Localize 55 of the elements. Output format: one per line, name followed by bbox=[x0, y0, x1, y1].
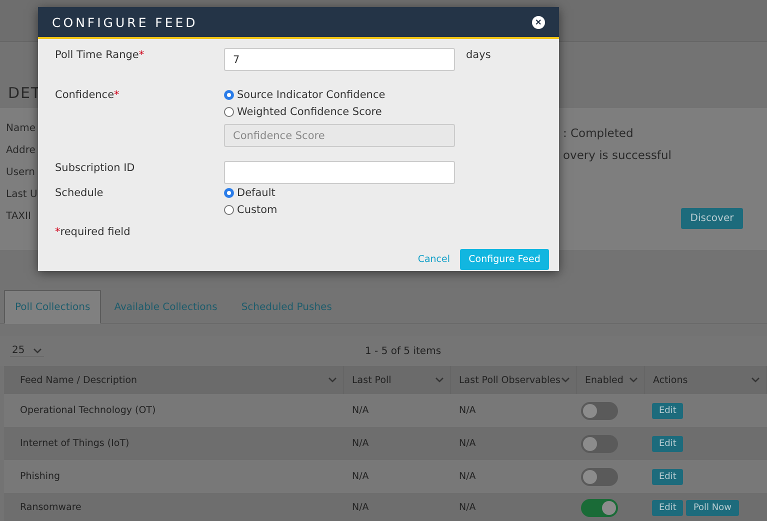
page-size-select[interactable]: 25 bbox=[10, 345, 44, 357]
chevron-icon bbox=[435, 377, 444, 383]
radio-option[interactable]: Custom bbox=[224, 203, 455, 217]
toggle-switch[interactable] bbox=[581, 402, 618, 420]
status-text: : Completed bbox=[563, 126, 634, 140]
pagination-text: 1 - 5 of 5 items bbox=[365, 346, 442, 356]
field-label: Last U bbox=[6, 188, 38, 202]
field-label: Subscription ID bbox=[55, 161, 136, 175]
configure-feed-button[interactable]: Configure Feed bbox=[460, 249, 549, 270]
unit-label: days bbox=[465, 48, 492, 62]
table-cell-text: N/A bbox=[351, 438, 370, 449]
radio-option[interactable]: Weighted Confidence Score bbox=[224, 105, 455, 119]
action-button[interactable]: Edit bbox=[652, 436, 684, 452]
input-field[interactable]: 7 bbox=[224, 48, 455, 71]
table-cell-text: Ransomware bbox=[19, 502, 82, 513]
action-button[interactable]: Edit bbox=[652, 500, 684, 516]
chevron-icon bbox=[32, 348, 42, 354]
section-heading: DET bbox=[8, 84, 42, 102]
table-cell-text: N/A bbox=[458, 471, 477, 482]
field-label: Schedule bbox=[55, 186, 104, 200]
table-cell-text: N/A bbox=[351, 471, 370, 482]
table-cell-text: N/A bbox=[458, 405, 477, 416]
field-label: TAXII bbox=[6, 210, 32, 224]
input-field[interactable] bbox=[224, 161, 455, 184]
discover-button[interactable]: Discover bbox=[681, 208, 743, 229]
toggle-switch[interactable] bbox=[581, 498, 618, 516]
action-button[interactable]: Edit bbox=[652, 468, 684, 484]
toggle-switch[interactable] bbox=[581, 434, 618, 452]
table-cell-text: Operational Technology (OT) bbox=[19, 405, 157, 416]
radio-option[interactable]: Source Indicator Confidence bbox=[224, 88, 455, 102]
table-cell-text: Phishing bbox=[19, 471, 62, 482]
chevron-icon bbox=[561, 377, 570, 383]
toggle-switch[interactable] bbox=[581, 468, 618, 486]
tab[interactable]: Poll Collections bbox=[4, 290, 102, 324]
dialog-title: CONFIGURE FEED bbox=[52, 14, 198, 30]
action-button[interactable]: Edit bbox=[652, 402, 684, 418]
cancel-link[interactable]: Cancel bbox=[418, 254, 450, 265]
field-label: Confidence* bbox=[55, 88, 120, 102]
required-note: *required field bbox=[55, 226, 130, 238]
table-cell-text: N/A bbox=[351, 502, 370, 513]
field-label: Name bbox=[6, 122, 37, 136]
radio-option[interactable]: Default bbox=[224, 186, 455, 200]
chevron-icon bbox=[751, 377, 760, 383]
status-text: overy is successful bbox=[563, 148, 672, 162]
chevron-icon bbox=[629, 377, 638, 383]
table-cell-text: N/A bbox=[351, 405, 370, 416]
field-label: Usern bbox=[6, 166, 36, 180]
table-cell-text: N/A bbox=[458, 502, 477, 513]
field-label: Addre bbox=[6, 144, 36, 158]
table-cell-text: Internet of Things (IoT) bbox=[19, 438, 130, 449]
table-cell-text: N/A bbox=[458, 438, 477, 449]
chevron-icon bbox=[328, 377, 337, 383]
close-button[interactable]: ✕ bbox=[532, 16, 545, 28]
field-label: Poll Time Range* bbox=[55, 48, 146, 62]
action-button[interactable]: Poll Now bbox=[686, 500, 739, 516]
